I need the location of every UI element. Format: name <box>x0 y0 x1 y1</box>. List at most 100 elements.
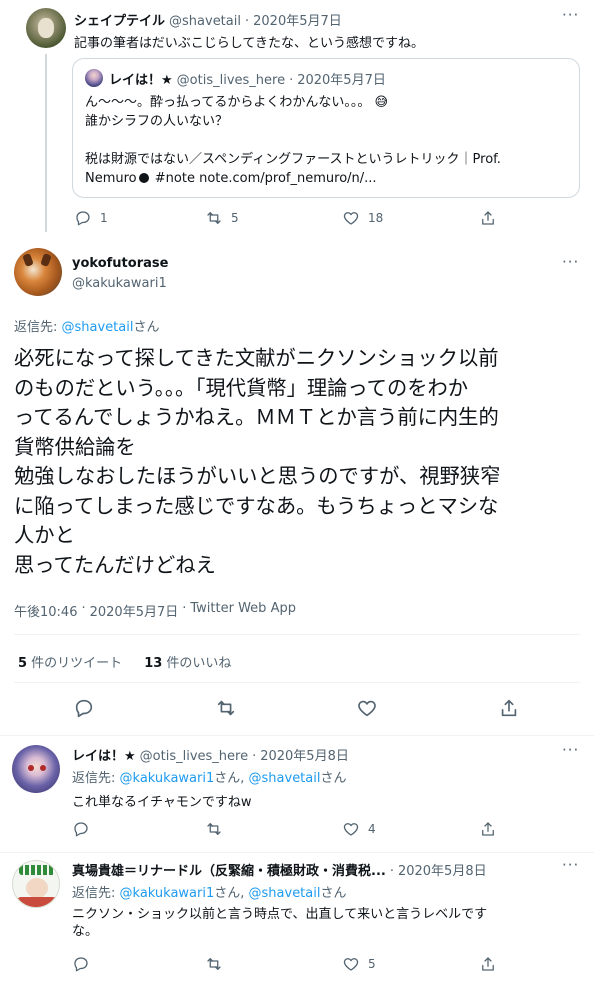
reply1-reply-suffix: さん <box>320 771 347 786</box>
retweets-stat[interactable]: 5 件のリツイート <box>18 652 122 671</box>
avatar-shavetail[interactable] <box>26 8 66 48</box>
reply-icon <box>74 957 88 972</box>
main-tweet-text: 必死になって探してきた文献がニクソンショック以前 のものだという。。。「現代貨幣… <box>14 344 500 580</box>
tweet1-date[interactable]: 2020年5月7日 <box>253 10 342 29</box>
quote-card[interactable]: レイは！★ @otis_lives_here · 2020年5月7日 ん〜〜〜。… <box>72 58 580 198</box>
tweet1-handle[interactable]: @shavetail <box>169 14 241 29</box>
main-display-name[interactable]: yokofutorase <box>72 256 168 271</box>
reply2-like-count: 5 <box>368 957 376 971</box>
reply1-separator: · <box>252 749 257 764</box>
reply2-reply-mid: さん, <box>214 886 249 901</box>
reply2-like-button[interactable]: 5 <box>342 955 376 973</box>
retweet-icon <box>207 823 221 835</box>
share-icon <box>482 211 494 225</box>
reply2-more-icon[interactable]: ··· <box>562 856 579 874</box>
reply1-link-shavetail[interactable]: @shavetail <box>249 771 321 786</box>
divider <box>0 735 594 736</box>
main-like-button[interactable] <box>356 697 378 723</box>
divider <box>14 634 580 635</box>
tweet1-more-icon[interactable]: ··· <box>562 6 579 24</box>
quote-header: レイは！★ @otis_lives_here · 2020年5月7日 <box>109 69 386 88</box>
reply-icon <box>76 211 90 226</box>
divider <box>14 682 580 683</box>
main-meta-sep1: · <box>81 601 86 616</box>
tweet1-text: 記事の筆者はだいぶこじらしてきたな、という感想ですね。 <box>74 36 424 51</box>
tweet1-reply-button[interactable]: 1 <box>74 209 108 227</box>
reply1-reply-to: 返信先: @kakukawari1さん, @shavetailさん <box>72 767 347 786</box>
avatar-otis[interactable] <box>12 745 60 793</box>
tweet1-retweet-count: 5 <box>231 211 239 225</box>
tweet1-header: シェイプテイル @shavetail · 2020年5月7日 <box>74 10 342 29</box>
heart-icon <box>358 700 376 717</box>
tweet1-display-name[interactable]: シェイプテイル <box>74 10 165 29</box>
heart-icon <box>343 958 359 971</box>
main-line: ってるんでしょうかねえ。ＭＭＴとか言う前に内生的 <box>14 405 499 429</box>
main-date[interactable]: 2020年5月7日 <box>90 601 179 620</box>
main-more-icon[interactable]: ··· <box>562 253 579 271</box>
heart-icon <box>343 212 359 225</box>
reply-icon <box>75 699 93 718</box>
reply2-link-kakukawari[interactable]: @kakukawari1 <box>120 886 215 901</box>
main-handle[interactable]: @kakukawari1 <box>72 276 167 291</box>
reply1-date[interactable]: 2020年5月8日 <box>260 745 349 764</box>
main-reply-button[interactable] <box>73 697 95 723</box>
main-reply-suffix: さん <box>133 320 160 335</box>
reply1-like-count: 4 <box>368 822 376 836</box>
main-reply-prefix: 返信先: <box>14 320 62 335</box>
reply2-line2: な。 <box>72 924 99 939</box>
main-reply-link[interactable]: @shavetail <box>62 320 134 335</box>
share-icon <box>482 957 494 971</box>
reply1-text: これ単なるイチャモンですねw <box>72 795 252 810</box>
main-retweet-button[interactable] <box>215 697 237 723</box>
quote-line4: Nemuro #note note.com/prof_nemuro/n/... <box>85 169 501 188</box>
reply1-header: レイは！★ @otis_lives_here · 2020年5月8日 <box>72 745 349 764</box>
main-line: 人かと <box>14 523 75 547</box>
avatar-kakukawari1[interactable] <box>14 248 62 296</box>
reply-icon <box>74 822 88 837</box>
avatar-linardle[interactable] <box>12 860 60 908</box>
reply2-share-button[interactable] <box>479 955 497 973</box>
reply2-reply-suffix: さん <box>320 886 347 901</box>
divider <box>0 852 594 853</box>
main-time[interactable]: 午後10:46 <box>14 601 77 620</box>
reply2-display-name[interactable]: 真場貴雄＝リナードル（反緊縮・積極財政・消費税... <box>72 860 386 879</box>
main-line: に陥ってしまった感じですなあ。もうちょっとマシな <box>14 493 499 518</box>
main-meta: 午後10:46 · 2020年5月7日 · Twitter Web App <box>14 601 296 620</box>
quote-line4-prefix: Nemuro <box>85 171 137 186</box>
tweet1-retweet-button[interactable]: 5 <box>205 209 239 227</box>
main-line: 必死になって探してきた文献がニクソンショック以前 <box>14 346 499 370</box>
reply1-reply-button[interactable] <box>72 820 90 838</box>
main-stats: 5 件のリツイート 13 件のいいね <box>18 652 231 671</box>
heart-icon <box>343 823 359 836</box>
reply2-reply-prefix: 返信先: <box>72 886 120 901</box>
main-reply-to: 返信先: @shavetailさん <box>14 316 160 335</box>
likes-stat[interactable]: 13 件のいいね <box>144 652 231 671</box>
main-client[interactable]: Twitter Web App <box>190 601 296 620</box>
reply1-handle[interactable]: @otis_lives_here <box>140 749 248 764</box>
reply1-retweet-button[interactable] <box>205 820 223 838</box>
reply2-reply-button[interactable] <box>72 955 90 973</box>
reply1-like-button[interactable]: 4 <box>342 820 376 838</box>
reply2-date[interactable]: 2020年5月8日 <box>398 860 487 879</box>
main-meta-sep2: · <box>182 601 187 616</box>
tweet1-share-button[interactable] <box>479 209 497 227</box>
tweet1-like-button[interactable]: 18 <box>342 209 383 227</box>
sweat-smile-emoji: 😅 <box>374 95 389 110</box>
reply1-share-button[interactable] <box>479 820 497 838</box>
reply2-retweet-button[interactable] <box>205 955 223 973</box>
quote-body: ん〜〜〜。酔っ払ってるからよくわかんない。。。 😅 誰かシラフの人いない？ 税は… <box>85 93 501 188</box>
retweet-icon <box>207 958 221 970</box>
reply1-more-icon[interactable]: ··· <box>562 741 579 759</box>
quote-line4-suffix: #note note.com/prof_nemuro/n/... <box>150 171 377 186</box>
main-line: 勉強しなおしたほうがいいと思うのですが、視野狭窄 <box>14 464 501 488</box>
like-total: 13 <box>144 656 163 671</box>
main-share-button[interactable] <box>498 697 520 723</box>
reply2-link-shavetail[interactable]: @shavetail <box>249 886 321 901</box>
like-label: 件のいいね <box>162 656 232 671</box>
reply1-link-kakukawari[interactable]: @kakukawari1 <box>120 771 215 786</box>
reply1-display-name[interactable]: レイは！★ <box>72 745 136 764</box>
quote-date: 2020年5月7日 <box>297 73 386 88</box>
reply2-line1: ニクソン・ショック以前と言う時点で、出直して来いと言うレベルです <box>72 907 488 922</box>
quote-separator: · <box>289 73 294 88</box>
reply1-reply-prefix: 返信先: <box>72 771 120 786</box>
